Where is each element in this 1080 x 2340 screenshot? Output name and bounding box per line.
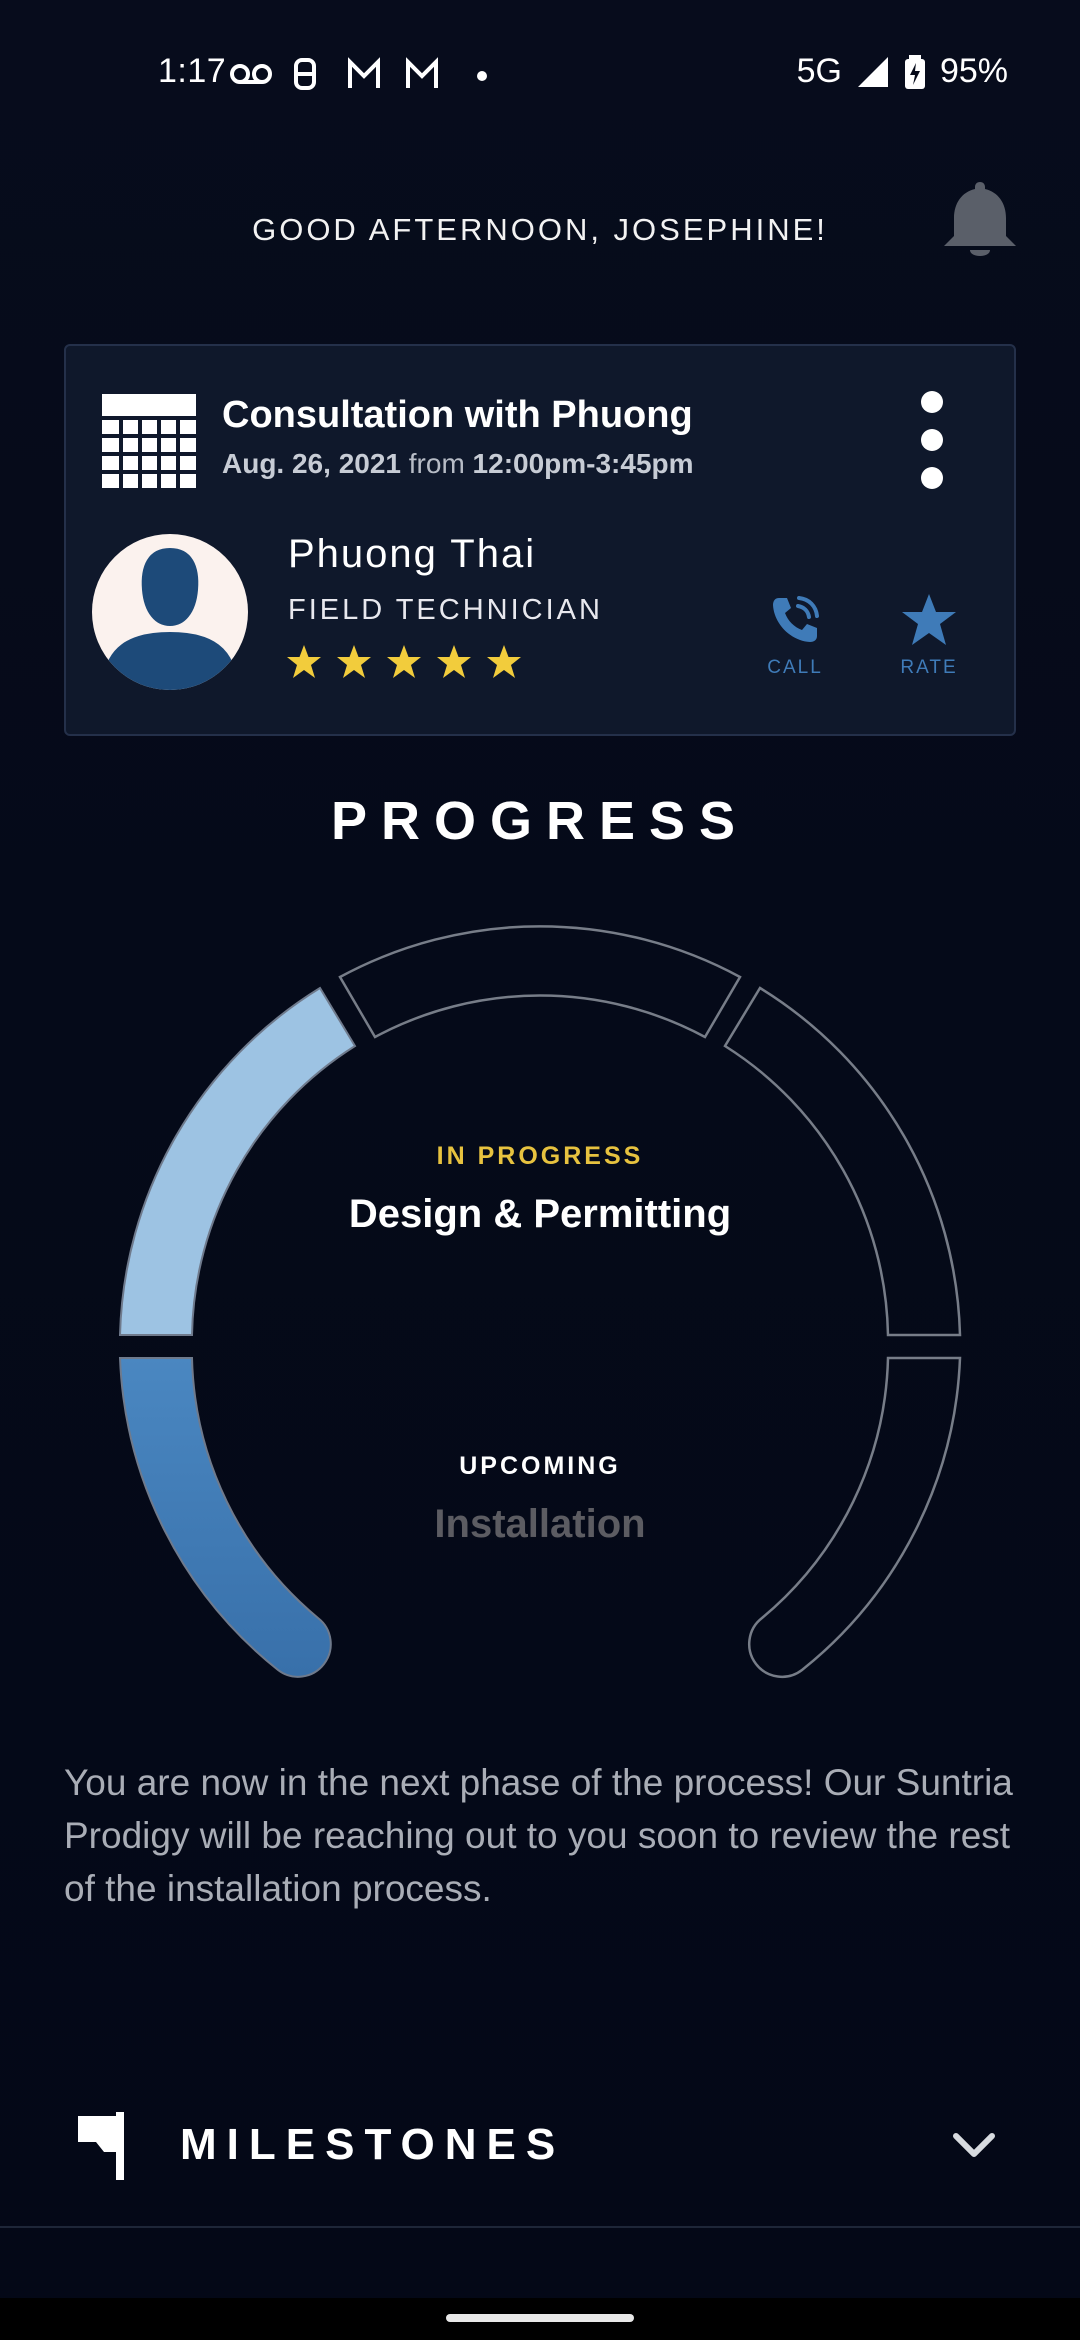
star-icon <box>287 645 321 678</box>
technician-name: Phuong Thai <box>288 532 537 576</box>
status-bar: 1:17 5G 95% <box>0 0 1080 150</box>
technician-rating <box>286 644 522 680</box>
gmail-icon <box>406 57 438 88</box>
rate-button[interactable]: RATE <box>874 592 984 679</box>
rate-star-icon <box>902 594 956 645</box>
appointment-time-range: 12:00pm-3:45pm <box>472 448 694 479</box>
status-right: 5G 95% <box>797 52 1008 91</box>
app-screen: 1:17 5G 95% GOOD AFTERNOON, JOSEPHINE! C… <box>0 0 1080 2340</box>
greeting: GOOD AFTERNOON, JOSEPHINE! <box>252 212 828 247</box>
progress-ring <box>118 925 962 1678</box>
rate-label: RATE <box>900 657 958 678</box>
milestones-label: MILESTONES <box>180 2120 566 2169</box>
home-gesture-handle[interactable] <box>446 2314 634 2322</box>
phone-icon <box>773 596 819 642</box>
current-phase: Design & Permitting <box>348 1192 732 1236</box>
notification-bell-icon[interactable] <box>940 178 1020 262</box>
chevron-down-icon[interactable] <box>950 2126 998 2166</box>
upcoming-tag: UPCOMING <box>459 1452 621 1480</box>
milestones-section[interactable]: MILESTONES <box>0 2080 1080 2228</box>
calendar-icon <box>102 394 196 488</box>
app-notification-icon <box>294 58 316 90</box>
technician-role: FIELD TECHNICIAN <box>288 594 603 626</box>
technician-avatar <box>92 534 248 690</box>
ring-segment-upcoming <box>338 925 742 1039</box>
appointment-title: Consultation with Phuong <box>222 394 693 436</box>
upcoming-phase: Installation <box>434 1502 646 1546</box>
star-icon <box>387 645 421 678</box>
appointment-datetime: Aug. 26, 2021 from 12:00pm-3:45pm <box>222 448 694 480</box>
battery-icon <box>904 54 925 89</box>
gmail-icon <box>348 57 380 88</box>
appointment-card[interactable]: Consultation with Phuong Aug. 26, 2021 f… <box>64 344 1016 736</box>
signal-icon <box>857 56 888 87</box>
star-icon <box>337 645 371 678</box>
flag-icon <box>78 2112 124 2180</box>
appointment-from: from <box>408 448 465 479</box>
status-time: 1:17 <box>158 52 227 90</box>
progress-description: You are now in the next phase of the pro… <box>64 1762 1013 1909</box>
voicemail-icon <box>230 64 272 84</box>
progress-title: PROGRESS <box>330 791 750 851</box>
network-type: 5G <box>796 52 842 90</box>
appointment-date: Aug. 26, 2021 <box>222 448 401 479</box>
star-icon <box>437 645 471 678</box>
call-label: CALL <box>767 657 823 678</box>
more-notifications-dot <box>477 71 487 81</box>
more-options-icon[interactable] <box>910 390 954 490</box>
in-progress-tag: IN PROGRESS <box>436 1142 644 1170</box>
call-button[interactable]: CALL <box>740 592 850 679</box>
notification-icons <box>230 57 487 90</box>
star-icon <box>487 645 521 678</box>
battery-percent: 95% <box>939 52 1008 90</box>
